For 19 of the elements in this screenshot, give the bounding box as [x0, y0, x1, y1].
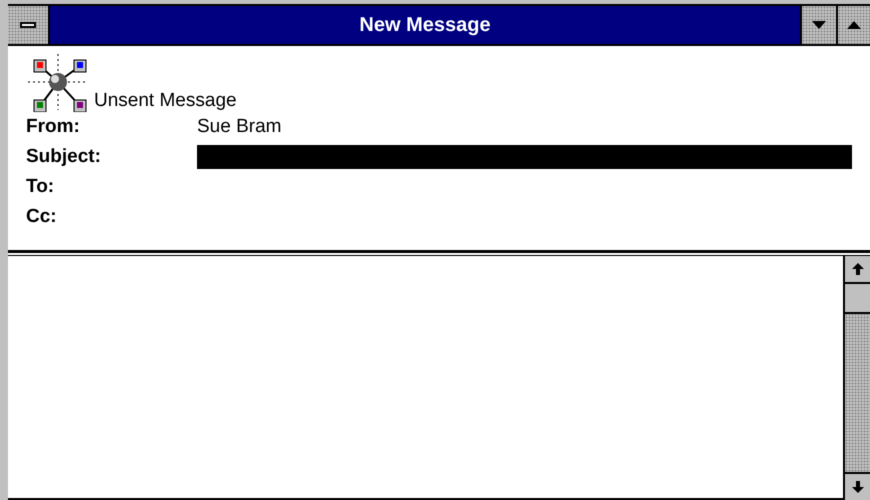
down-triangle-icon — [812, 21, 826, 29]
control-menu-button[interactable] — [8, 6, 50, 44]
down-arrow-icon — [852, 481, 864, 493]
up-triangle-icon — [847, 21, 861, 29]
minus-icon — [20, 22, 36, 28]
scroll-up-button[interactable] — [845, 256, 870, 284]
field-label: Subject: — [26, 144, 102, 169]
field-label: To: — [26, 174, 56, 199]
vertical-scrollbar[interactable] — [843, 256, 870, 500]
window-title: New Message — [358, 13, 492, 38]
minimize-button[interactable] — [800, 6, 836, 44]
maximize-button[interactable] — [836, 6, 870, 44]
up-arrow-icon — [852, 263, 864, 275]
field-label: From: — [26, 114, 81, 139]
field-label: Cc: — [26, 204, 58, 229]
status-text: Unsent Message — [94, 91, 237, 110]
scroll-thumb[interactable] — [845, 284, 870, 314]
field-value[interactable] — [197, 145, 852, 169]
scroll-down-button[interactable] — [845, 472, 870, 500]
